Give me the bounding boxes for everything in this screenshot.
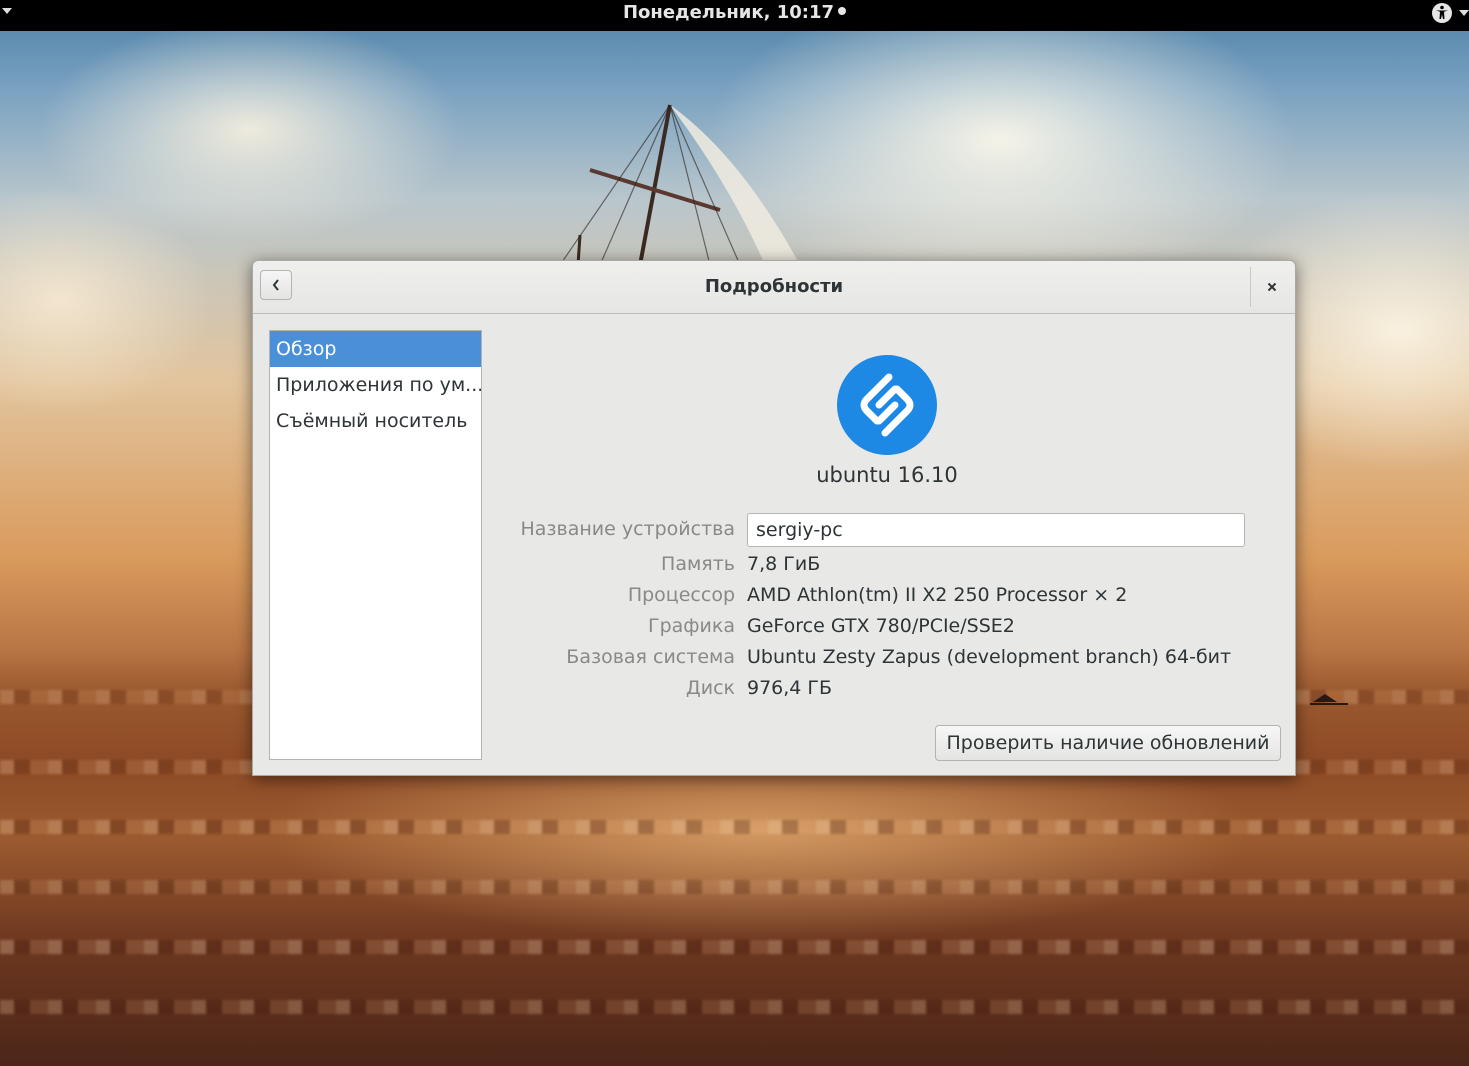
graphics-value: GeForce GTX 780/PCIe/SSE2 [747, 615, 1015, 637]
base-system-label: Базовая система [566, 646, 735, 668]
disk-label: Диск [685, 677, 735, 699]
details-dialog: Подробности Обзор Приложения по ум... Съ… [252, 260, 1296, 776]
wallpaper-wave [0, 880, 1469, 894]
check-updates-button[interactable]: Проверить наличие обновлений [935, 725, 1281, 761]
top-bar: Понедельник, 10:17 [0, 0, 1469, 31]
ship-mast-illustration [559, 104, 800, 265]
disk-value: 976,4 ГБ [747, 677, 833, 699]
wallpaper-wave [0, 940, 1469, 954]
device-name-label: Название устройства [520, 518, 735, 540]
distro-logo-icon [837, 355, 937, 455]
sidebar-item-default-applications[interactable]: Приложения по ум... [270, 367, 481, 403]
device-name-input[interactable] [747, 513, 1245, 547]
processor-value: AMD Athlon(tm) II X2 250 Processor × 2 [747, 584, 1128, 606]
close-icon [1267, 282, 1277, 292]
memory-value: 7,8 ГиБ [747, 553, 821, 575]
header-separator [1250, 267, 1251, 307]
sidebar-item-removable-media[interactable]: Съёмный носитель [270, 403, 481, 439]
memory-label: Память [661, 553, 735, 575]
processor-label: Процессор [627, 584, 735, 606]
wallpaper-wave [0, 820, 1469, 834]
sidebar-item-overview[interactable]: Обзор [270, 331, 481, 367]
header-bar: Подробности [253, 261, 1295, 314]
clock[interactable]: Понедельник, 10:17 [0, 0, 1469, 26]
graphics-label: Графика [647, 615, 735, 637]
dialog-title: Подробности [704, 276, 844, 297]
close-button[interactable] [1257, 272, 1287, 302]
accessibility-icon[interactable] [1431, 2, 1453, 24]
back-button[interactable] [260, 270, 292, 300]
base-system-value: Ubuntu Zesty Zapus (development branch) … [747, 646, 1232, 668]
distro-name: ubuntu 16.10 [816, 463, 958, 487]
notification-dot-icon [838, 7, 847, 15]
clock-text: Понедельник, 10:17 [622, 2, 835, 23]
distant-hut-illustration [1310, 694, 1348, 705]
system-menu-arrow-icon[interactable] [1459, 10, 1469, 16]
wallpaper-wave [0, 1000, 1469, 1014]
chevron-left-icon [272, 279, 279, 291]
